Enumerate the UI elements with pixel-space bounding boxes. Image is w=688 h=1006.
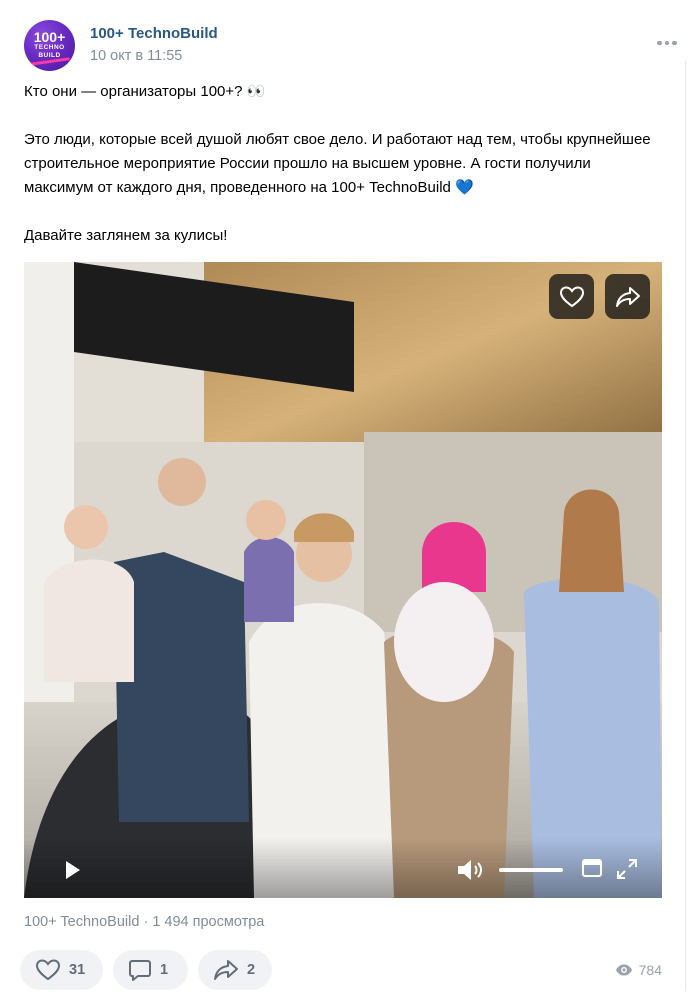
comment-button[interactable]: 1 xyxy=(113,950,188,990)
share-arrow-icon xyxy=(615,286,640,307)
post-date[interactable]: 10 окт в 11:55 xyxy=(90,48,182,64)
video-controls xyxy=(24,838,662,898)
video-source-link[interactable]: 100+ TechnoBuild xyxy=(24,914,139,930)
post-text: Кто они — организаторы 100+? 👀 Это люди,… xyxy=(24,80,654,248)
video-source-line: 100+ TechnoBuild · 1 494 просмотра xyxy=(24,914,264,930)
miniplayer-icon[interactable] xyxy=(581,858,603,878)
like-count: 31 xyxy=(69,962,86,978)
play-icon[interactable] xyxy=(64,860,82,880)
volume-icon[interactable] xyxy=(456,858,486,882)
wall-post: 100+ TECHNO BUILD 100+ TechnoBuild 10 ок… xyxy=(0,0,688,1006)
volume-slider[interactable] xyxy=(499,868,563,872)
video-view-count: · 1 494 просмотра xyxy=(139,914,265,930)
avatar[interactable]: 100+ TECHNO BUILD xyxy=(24,20,75,71)
video-like-button[interactable] xyxy=(549,274,594,319)
share-count: 2 xyxy=(247,962,256,978)
like-button[interactable]: 31 xyxy=(20,950,103,990)
post-text-paragraph: Это люди, которые всей душой любят свое … xyxy=(24,131,651,196)
video-frame xyxy=(24,262,662,898)
heart-icon xyxy=(559,285,584,307)
share-button[interactable]: 2 xyxy=(198,950,272,990)
author-name[interactable]: 100+ TechnoBuild xyxy=(90,25,218,42)
post-text-paragraph: Давайте заглянем за кулисы! xyxy=(24,227,228,244)
share-arrow-icon xyxy=(214,960,238,980)
post-header: 100+ TECHNO BUILD 100+ TechnoBuild 10 ок… xyxy=(24,20,677,72)
views-counter: 784 xyxy=(615,962,662,978)
divider xyxy=(685,60,686,990)
comment-count: 1 xyxy=(160,962,169,978)
views-count: 784 xyxy=(638,962,662,978)
more-options-icon[interactable] xyxy=(655,34,679,52)
comment-icon xyxy=(129,960,151,981)
fullscreen-icon[interactable] xyxy=(616,858,638,880)
avatar-logo: 100+ TECHNO BUILD xyxy=(33,29,66,59)
eye-icon xyxy=(615,964,632,976)
video-player[interactable] xyxy=(24,262,662,898)
video-share-button[interactable] xyxy=(605,274,650,319)
heart-icon xyxy=(35,959,61,981)
post-text-paragraph: Кто они — организаторы 100+? 👀 xyxy=(24,83,266,100)
post-actions: 31 1 2 xyxy=(20,950,272,990)
